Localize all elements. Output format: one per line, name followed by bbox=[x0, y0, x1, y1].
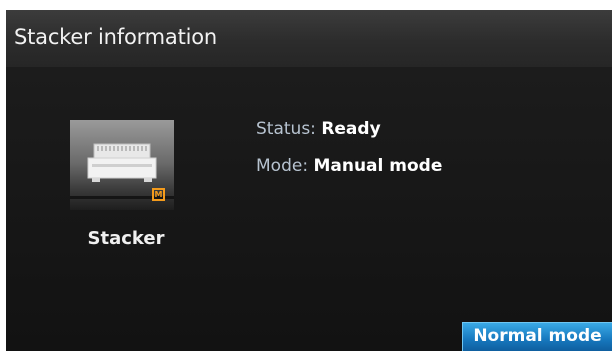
mode-line: Mode: Manual mode bbox=[256, 154, 442, 178]
normal-mode-button[interactable]: Normal mode bbox=[462, 322, 612, 351]
title-bar: Stacker information bbox=[6, 10, 612, 67]
mode-label: Mode: bbox=[256, 156, 309, 176]
mode-value: Manual mode bbox=[313, 156, 443, 176]
content-area: M Stacker Status: Ready Mode: Manual mod… bbox=[6, 67, 612, 351]
manual-mode-badge-icon: M bbox=[152, 188, 165, 201]
status-line: Status: Ready bbox=[256, 117, 381, 141]
status-label: Status: bbox=[256, 119, 316, 139]
stacker-label: Stacker bbox=[87, 228, 165, 249]
page-title: Stacker information bbox=[14, 25, 218, 49]
status-value: Ready bbox=[321, 119, 381, 139]
stacker-thumbnail: M bbox=[70, 120, 174, 210]
stacker-info-screen: Stacker information M Stacker Status: Re… bbox=[6, 10, 612, 351]
stacker-tile[interactable]: M bbox=[70, 120, 174, 210]
